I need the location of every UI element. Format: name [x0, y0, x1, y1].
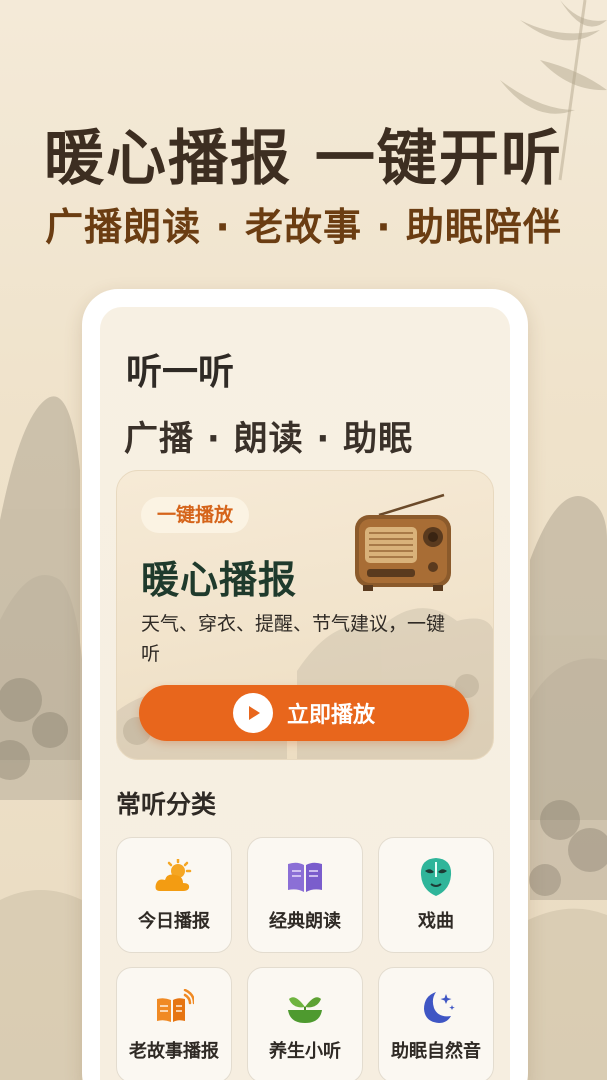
opera-mask-icon — [416, 857, 456, 897]
book-icon — [285, 857, 325, 897]
play-now-button[interactable]: 立即播放 — [139, 685, 469, 741]
category-today-broadcast[interactable]: 今日播报 — [116, 837, 232, 953]
category-grid: 今日播报 经典朗读 戏曲 老故事播报 养生小听 助眠自然音 — [116, 837, 494, 1080]
category-wellness[interactable]: 养生小听 — [247, 967, 363, 1080]
categories-title: 常听分类 — [116, 790, 217, 819]
hero-card[interactable]: 一键播放 暖心播报 天气、穿衣、提醒、节气建议，一键听 立即播放 — [116, 470, 494, 760]
herb-bowl-icon — [285, 987, 325, 1027]
category-label: 今日播报 — [138, 911, 210, 932]
category-label: 养生小听 — [269, 1041, 341, 1062]
category-label: 戏曲 — [418, 911, 454, 932]
category-sleep-sounds[interactable]: 助眠自然音 — [378, 967, 494, 1080]
category-old-stories[interactable]: 老故事播报 — [116, 967, 232, 1080]
app-title: 听一听 — [126, 352, 235, 393]
category-classic-reading[interactable]: 经典朗读 — [247, 837, 363, 953]
story-broadcast-icon — [154, 987, 194, 1027]
category-label: 助眠自然音 — [391, 1041, 481, 1062]
hero-description: 天气、穿衣、提醒、节气建议，一键听 — [141, 613, 446, 665]
moon-stars-icon — [416, 987, 456, 1027]
hero-title: 暖心播报 — [141, 558, 298, 602]
play-now-label: 立即播放 — [286, 703, 375, 728]
app-tagline: 广播 · 朗读 · 助眠 — [124, 419, 414, 459]
play-icon — [232, 693, 273, 733]
category-label: 经典朗读 — [269, 911, 341, 932]
app-screen: 听一听 广播 · 朗读 · 助眠 一键播放 暖心播报 天气、穿衣、提醒、节气建议… — [100, 307, 510, 1080]
promo-subtitle: 广播朗读 · 老故事 · 助眠陪伴 — [45, 205, 562, 249]
category-label: 老故事播报 — [129, 1041, 219, 1062]
hero-badge: 一键播放 — [141, 497, 250, 533]
phone-frame: 听一听 广播 · 朗读 · 助眠 一键播放 暖心播报 天气、穿衣、提醒、节气建议… — [82, 289, 528, 1080]
weather-icon — [154, 857, 194, 897]
vintage-radio-icon — [349, 493, 459, 597]
promo-title: 暖心播报 一键开听 — [44, 124, 563, 194]
category-opera[interactable]: 戏曲 — [378, 837, 494, 953]
